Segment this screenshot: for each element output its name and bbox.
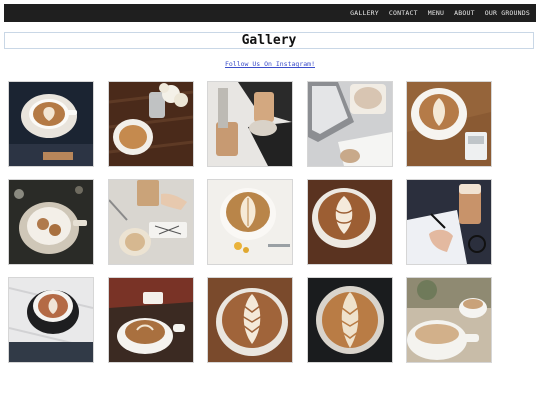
gallery-photo-7[interactable] xyxy=(108,179,194,265)
coffee-cup-photo-image xyxy=(109,82,193,166)
instagram-link[interactable]: Follow Us On Instagram! xyxy=(0,60,540,68)
nav-item-our-grounds[interactable]: OUR GROUNDS xyxy=(485,9,530,17)
gallery-photo-6[interactable] xyxy=(8,179,94,265)
gallery-photo-2[interactable] xyxy=(108,81,194,167)
page-title: Gallery xyxy=(241,33,297,48)
nav-item-about[interactable]: ABOUT xyxy=(454,9,475,17)
gallery-photo-5[interactable] xyxy=(406,81,492,167)
nav-menu: GALLERY CONTACT MENU ABOUT OUR GROUNDS xyxy=(340,4,530,22)
leaf-latte-photo-image xyxy=(208,180,292,264)
gallery-photo-13[interactable] xyxy=(207,277,293,363)
gallery-photo-9[interactable] xyxy=(307,179,393,265)
gallery-photo-1[interactable] xyxy=(8,81,94,167)
iced-coffee-hand-photo-image xyxy=(109,180,193,264)
page-title-box: Gallery xyxy=(4,32,534,49)
nav-item-contact[interactable]: CONTACT xyxy=(389,9,418,17)
gallery-photo-11[interactable] xyxy=(8,277,94,363)
white-cup-photo-image xyxy=(407,278,491,362)
gallery-photo-10[interactable] xyxy=(406,179,492,265)
iced-coffee-photo-image xyxy=(208,82,292,166)
tulip-latte-photo-image xyxy=(308,180,392,264)
journal-iced-coffee-photo-image xyxy=(407,180,491,264)
latte-photo-image xyxy=(9,82,93,166)
top-navigation-bar: GALLERY CONTACT MENU ABOUT OUR GROUNDS xyxy=(4,4,536,22)
gallery-photo-15[interactable] xyxy=(406,277,492,363)
nav-item-menu[interactable]: MENU xyxy=(428,9,444,17)
espresso-photo-image xyxy=(9,278,93,362)
gallery-photo-8[interactable] xyxy=(207,179,293,265)
fern-latte-photo-image xyxy=(208,278,292,362)
latte-art-photo-image xyxy=(407,82,491,166)
gallery-photo-3[interactable] xyxy=(207,81,293,167)
gallery-photo-12[interactable] xyxy=(108,277,194,363)
gallery-photo-14[interactable] xyxy=(307,277,393,363)
cup-cookies-photo-image xyxy=(9,180,93,264)
rosetta-latte-photo-image xyxy=(308,278,392,362)
coffee-hands-photo-image xyxy=(109,278,193,362)
laptop-coffee-photo-image xyxy=(308,82,392,166)
gallery-photo-4[interactable] xyxy=(307,81,393,167)
nav-item-gallery[interactable]: GALLERY xyxy=(350,9,379,17)
